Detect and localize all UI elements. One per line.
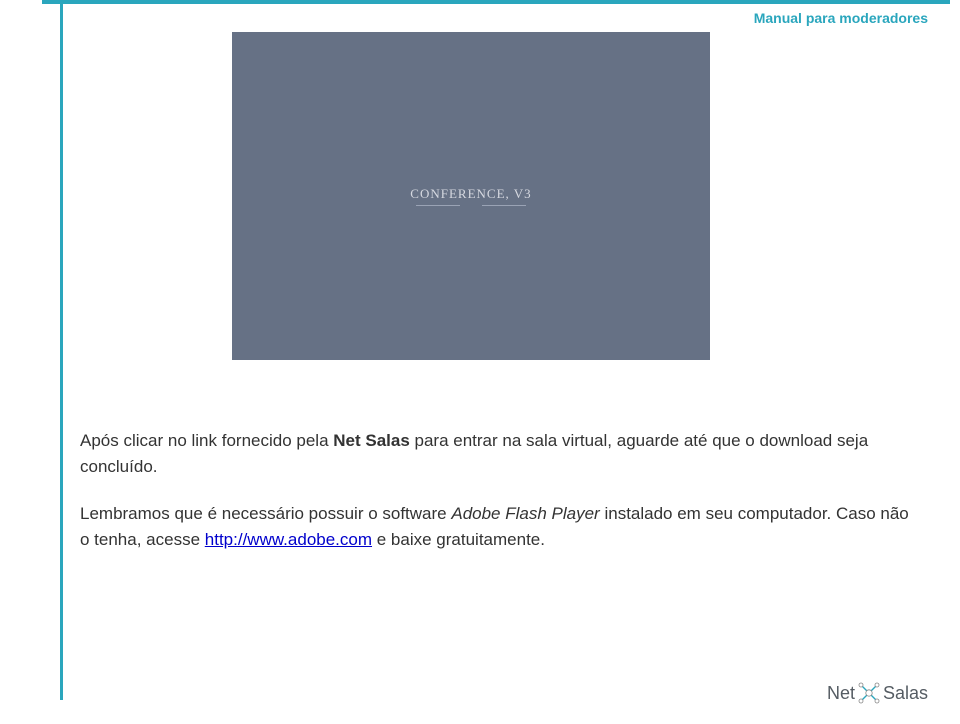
p2-suffix: e baixe gratuitamente.	[372, 530, 545, 549]
conference-label: CONFERENCE, V3	[410, 186, 531, 202]
p2-prefix: Lembramos que é necessário possuir o sof…	[80, 504, 451, 523]
logo-left: Net	[827, 683, 855, 704]
side-rule	[60, 0, 63, 700]
netsalas-logo: Net Salas	[827, 682, 928, 704]
adobe-link[interactable]: http://www.adobe.com	[205, 530, 372, 549]
p2-italic: Adobe Flash Player	[451, 504, 599, 523]
body-text: Após clicar no link fornecido pela Net S…	[80, 428, 912, 574]
logo-right: Salas	[883, 683, 928, 704]
header-title: Manual para moderadores	[754, 10, 928, 26]
conference-label-block: CONFERENCE, V3	[410, 186, 531, 206]
p1-prefix: Após clicar no link fornecido pela	[80, 431, 333, 450]
logo-mark-icon	[858, 682, 880, 704]
conference-screenshot: CONFERENCE, V3	[232, 32, 710, 360]
conference-underline	[410, 205, 531, 206]
header-rule	[42, 0, 950, 4]
paragraph-2: Lembramos que é necessário possuir o sof…	[80, 501, 912, 552]
p1-bold: Net Salas	[333, 431, 410, 450]
paragraph-1: Após clicar no link fornecido pela Net S…	[80, 428, 912, 479]
